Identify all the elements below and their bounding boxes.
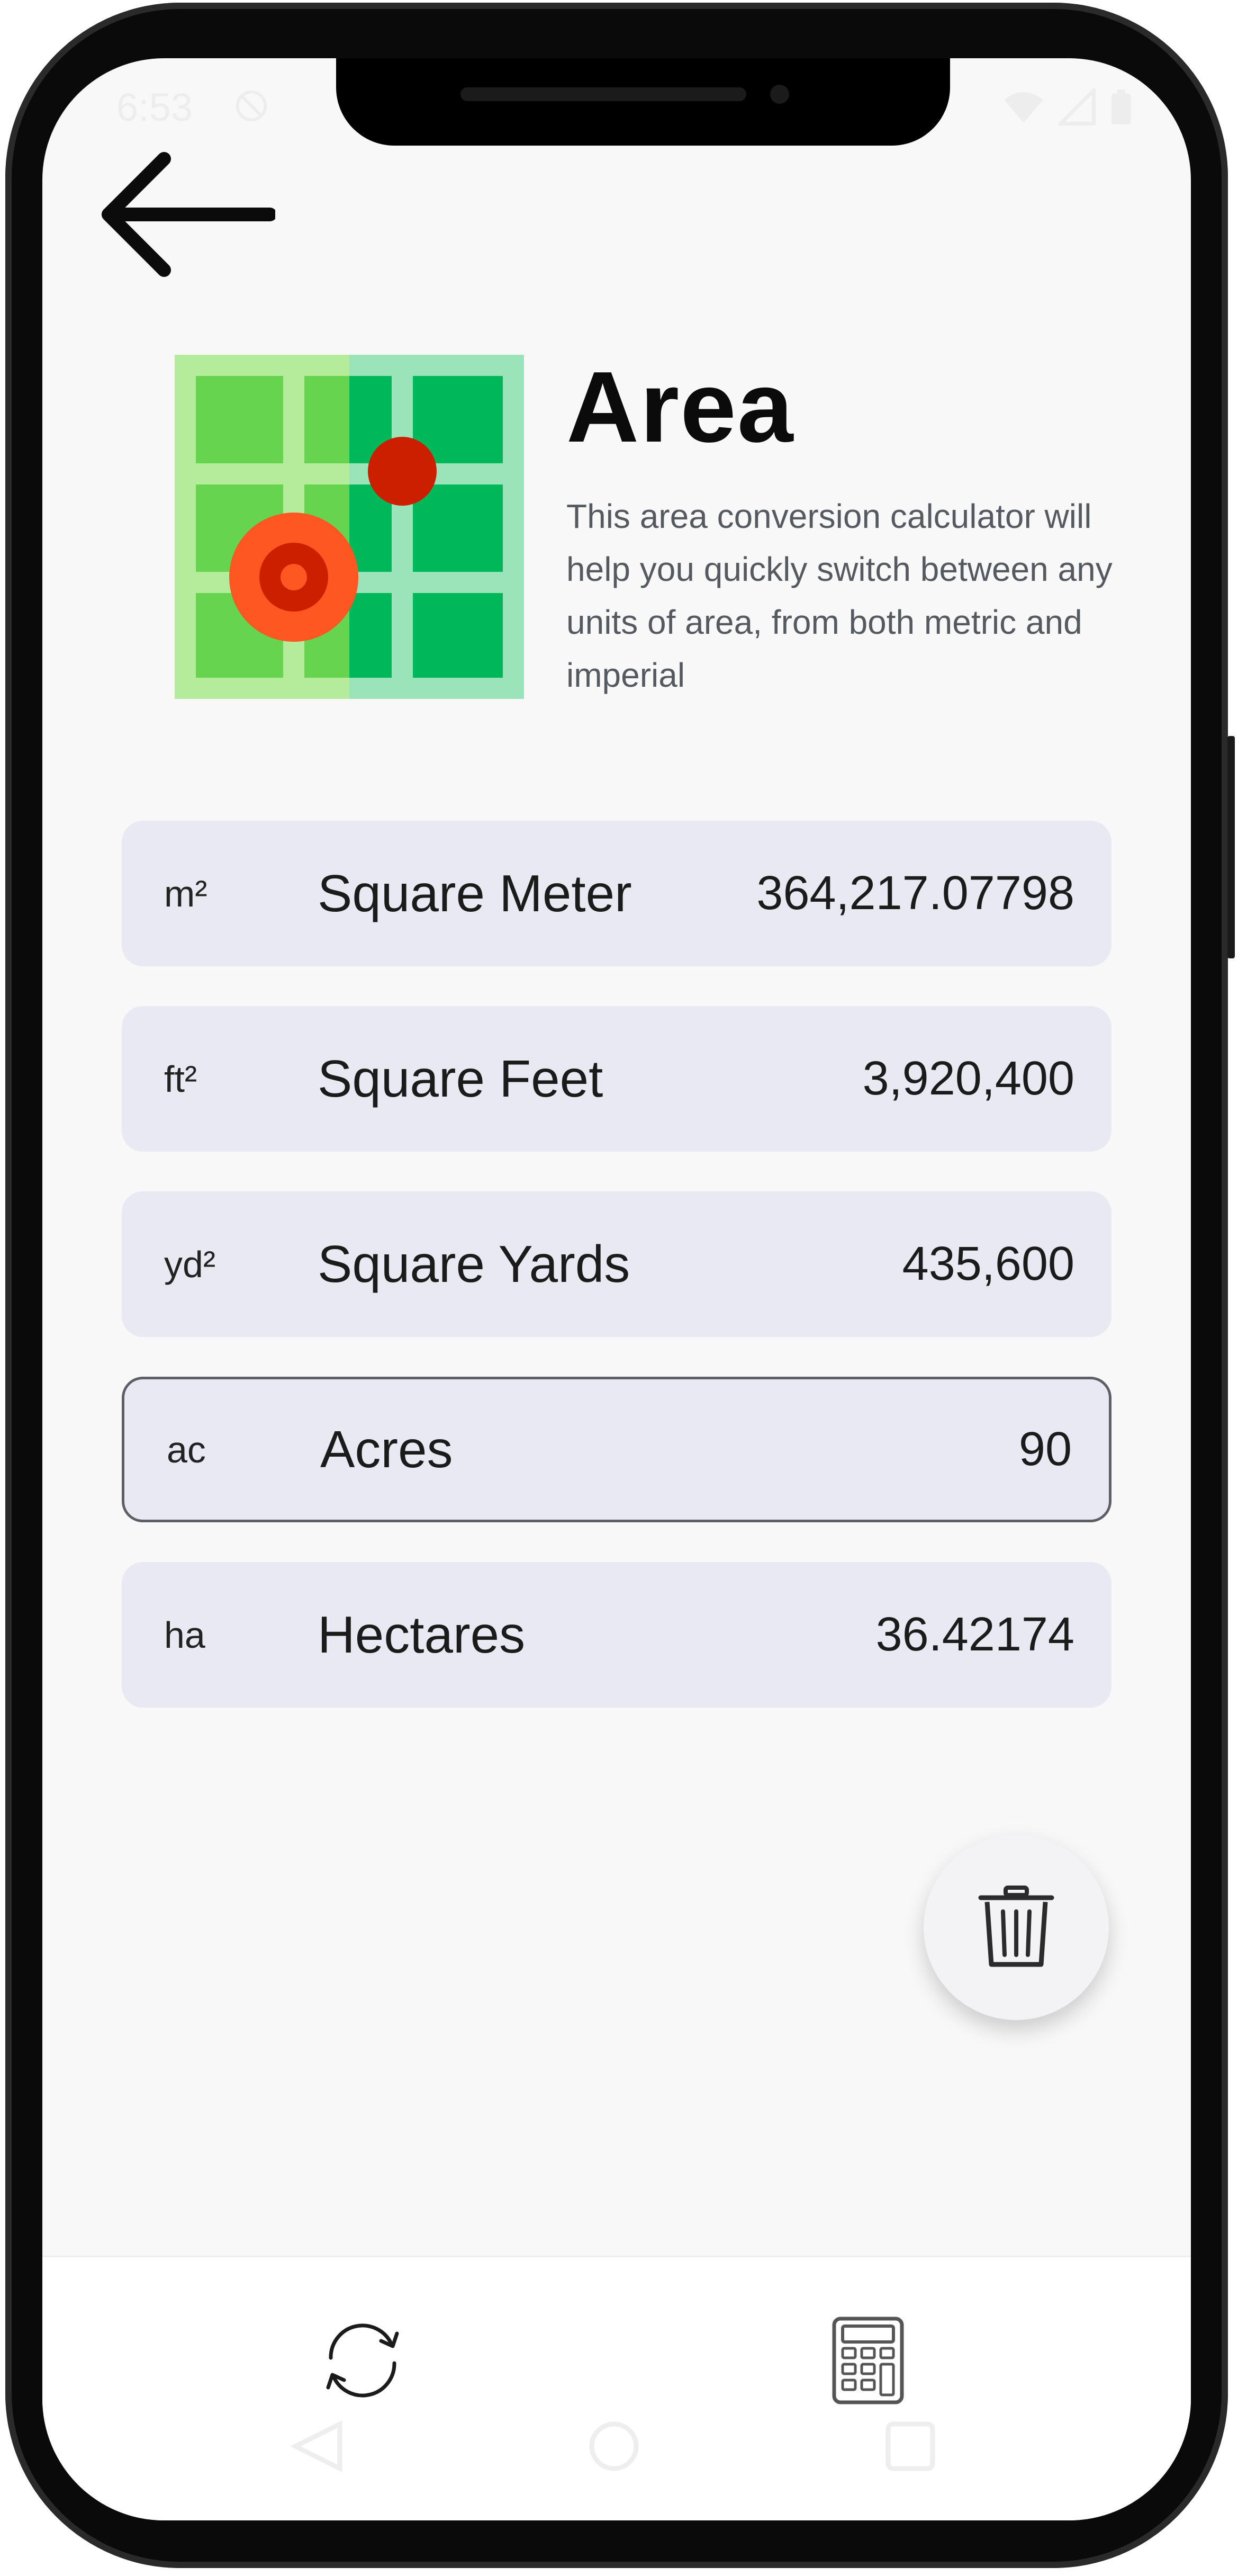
unit-name: Square Yards bbox=[318, 1235, 630, 1293]
back-button[interactable] bbox=[95, 135, 318, 294]
home-circle-icon[interactable] bbox=[582, 2415, 646, 2478]
unit-value: 3,920,400 bbox=[862, 1052, 1074, 1105]
wifi-icon bbox=[1004, 92, 1043, 123]
calculator-button[interactable] bbox=[807, 2300, 929, 2421]
bottom-nav bbox=[42, 2256, 1191, 2520]
unit-row-square-yards[interactable]: yd² Square Yards 435,600 bbox=[122, 1191, 1112, 1337]
unit-name: Square Feet bbox=[318, 1049, 603, 1108]
area-map-icon bbox=[175, 355, 524, 699]
unit-row-square-feet[interactable]: ft² Square Feet 3,920,400 bbox=[122, 1006, 1112, 1152]
status-time: 6:53 bbox=[116, 85, 193, 129]
page-description: This area conversion calculator will hel… bbox=[566, 497, 1113, 694]
unit-abbr: ha bbox=[164, 1614, 205, 1656]
unit-value: 364,217.07798 bbox=[756, 867, 1074, 920]
trash-icon bbox=[978, 1886, 1054, 1967]
speaker bbox=[460, 87, 746, 101]
unit-row-square-meter[interactable]: m² Square Meter 364,217.07798 bbox=[122, 821, 1112, 966]
calculator-icon bbox=[832, 2317, 904, 2404]
clear-button[interactable] bbox=[924, 1835, 1109, 2020]
unit-row-acres[interactable]: ac Acres 90 bbox=[122, 1377, 1112, 1522]
unit-name: Square Meter bbox=[318, 864, 632, 922]
app-screen: 6:53 Area This area conversion calculato… bbox=[42, 58, 1191, 2520]
back-triangle-icon[interactable] bbox=[286, 2415, 349, 2478]
unit-value: 36.42174 bbox=[875, 1608, 1074, 1661]
unit-list: m² Square Meter 364,217.07798 ft² Square… bbox=[122, 821, 1112, 1747]
side-button bbox=[1227, 736, 1235, 958]
unit-abbr: yd² bbox=[164, 1243, 216, 1285]
unit-row-hectares[interactable]: ha Hectares 36.42174 bbox=[122, 1562, 1112, 1708]
unit-value: 90 bbox=[1018, 1423, 1072, 1476]
front-camera bbox=[770, 85, 789, 104]
status-icons bbox=[1002, 87, 1133, 127]
recents-square-icon[interactable] bbox=[879, 2415, 942, 2478]
unit-abbr: m² bbox=[164, 873, 207, 914]
unit-name: Acres bbox=[320, 1420, 453, 1478]
unit-name: Hectares bbox=[318, 1605, 526, 1664]
do-not-disturb-icon bbox=[236, 90, 267, 122]
notch bbox=[336, 58, 950, 146]
arrow-left-icon bbox=[102, 152, 275, 277]
battery-icon bbox=[1111, 89, 1131, 124]
unit-value: 435,600 bbox=[902, 1237, 1074, 1290]
unit-abbr: ft² bbox=[164, 1058, 197, 1100]
signal-icon bbox=[1059, 88, 1096, 125]
unit-abbr: ac bbox=[167, 1429, 206, 1470]
refresh-icon bbox=[326, 2323, 399, 2398]
page-title: Area bbox=[566, 351, 794, 463]
refresh-button[interactable] bbox=[302, 2300, 423, 2421]
